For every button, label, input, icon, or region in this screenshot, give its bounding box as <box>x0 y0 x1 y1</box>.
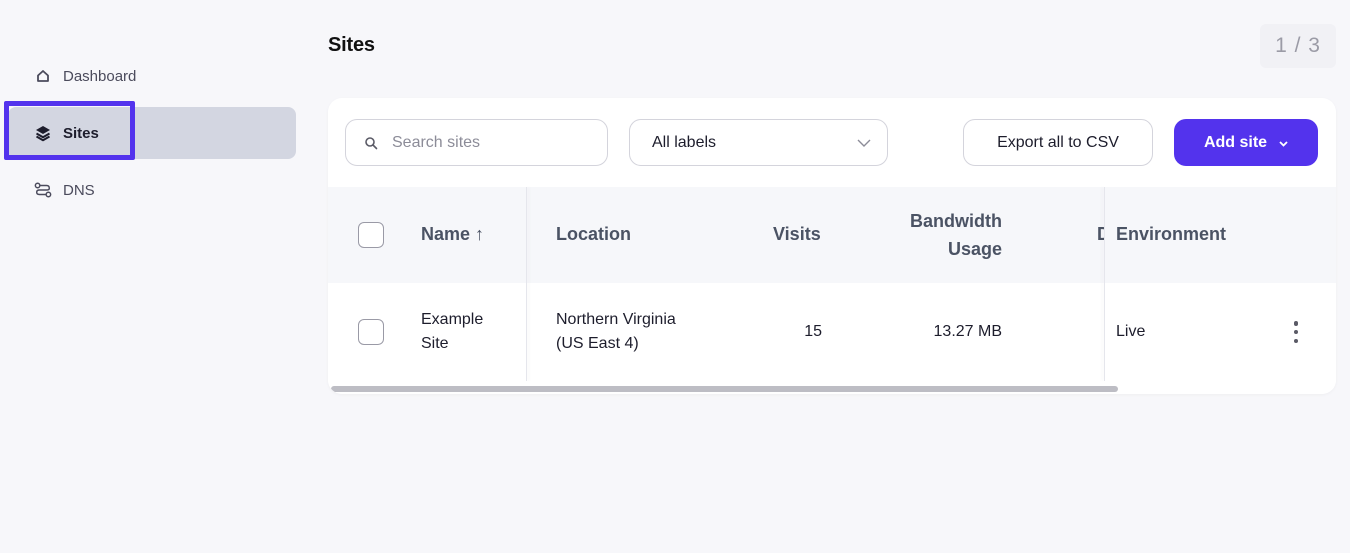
sites-card: All labels Export all to CSV Add site Na… <box>328 98 1336 394</box>
column-header-name[interactable]: Name ↑ <box>421 224 484 245</box>
select-all-checkbox[interactable] <box>358 222 384 248</box>
search-icon <box>364 136 378 150</box>
search-input[interactable] <box>392 133 592 152</box>
export-csv-label: Export all to CSV <box>997 133 1119 151</box>
column-header-bandwidth-line1: Bandwidth <box>910 211 1002 231</box>
site-bandwidth: 13.27 MB <box>933 323 1002 340</box>
site-name-line1: Example <box>421 311 484 328</box>
sidebar: Dashboard Sites DNS <box>0 0 310 553</box>
sticky-column-divider <box>526 187 527 381</box>
search-field[interactable] <box>345 119 608 166</box>
site-visits: 15 <box>804 323 822 340</box>
page-counter: 1 / 3 <box>1260 24 1336 68</box>
export-csv-button[interactable]: Export all to CSV <box>963 119 1153 166</box>
labels-select-value: All labels <box>652 133 717 151</box>
sidebar-item-dashboard[interactable]: Dashboard <box>8 50 296 102</box>
labels-select[interactable]: All labels <box>629 119 888 166</box>
sidebar-item-label: DNS <box>63 181 95 199</box>
site-name-line2: Site <box>421 335 449 352</box>
add-site-label: Add site <box>1203 133 1268 151</box>
row-checkbox[interactable] <box>358 319 384 345</box>
table-header: Name ↑ Location Visits Bandwidth Usage D… <box>328 187 1336 283</box>
add-site-button[interactable]: Add site <box>1174 119 1318 166</box>
more-actions-icon[interactable] <box>1286 318 1306 346</box>
sticky-column-divider <box>1104 187 1105 381</box>
horizontal-scrollbar-thumb[interactable] <box>331 386 1118 392</box>
page-title: Sites <box>328 34 375 56</box>
sidebar-item-label: Sites <box>63 124 99 142</box>
site-location-line1: Northern Virginia <box>556 311 676 328</box>
column-header-visits[interactable]: Visits <box>773 224 821 245</box>
chevron-down-icon <box>857 134 871 152</box>
column-header-environment[interactable]: Environment <box>1116 224 1226 245</box>
home-icon <box>34 67 52 85</box>
column-header-location[interactable]: Location <box>556 224 631 245</box>
site-name[interactable]: Example Site <box>421 308 483 356</box>
sidebar-item-dns[interactable]: DNS <box>8 164 296 216</box>
table-row[interactable]: Example Site Northern Virginia (US East … <box>328 283 1336 381</box>
sidebar-item-label: Dashboard <box>63 67 137 85</box>
layers-icon <box>34 124 52 142</box>
site-location: Northern Virginia (US East 4) <box>556 308 676 356</box>
column-header-bandwidth-line2: Usage <box>947 239 1002 259</box>
column-header-bandwidth[interactable]: Bandwidth Usage <box>888 207 1002 263</box>
site-location-line2: (US East 4) <box>556 335 639 352</box>
site-environment: Live <box>1116 323 1146 340</box>
dns-route-icon <box>34 181 52 199</box>
sidebar-item-sites[interactable]: Sites <box>8 107 296 159</box>
chevron-down-icon <box>1279 134 1288 152</box>
